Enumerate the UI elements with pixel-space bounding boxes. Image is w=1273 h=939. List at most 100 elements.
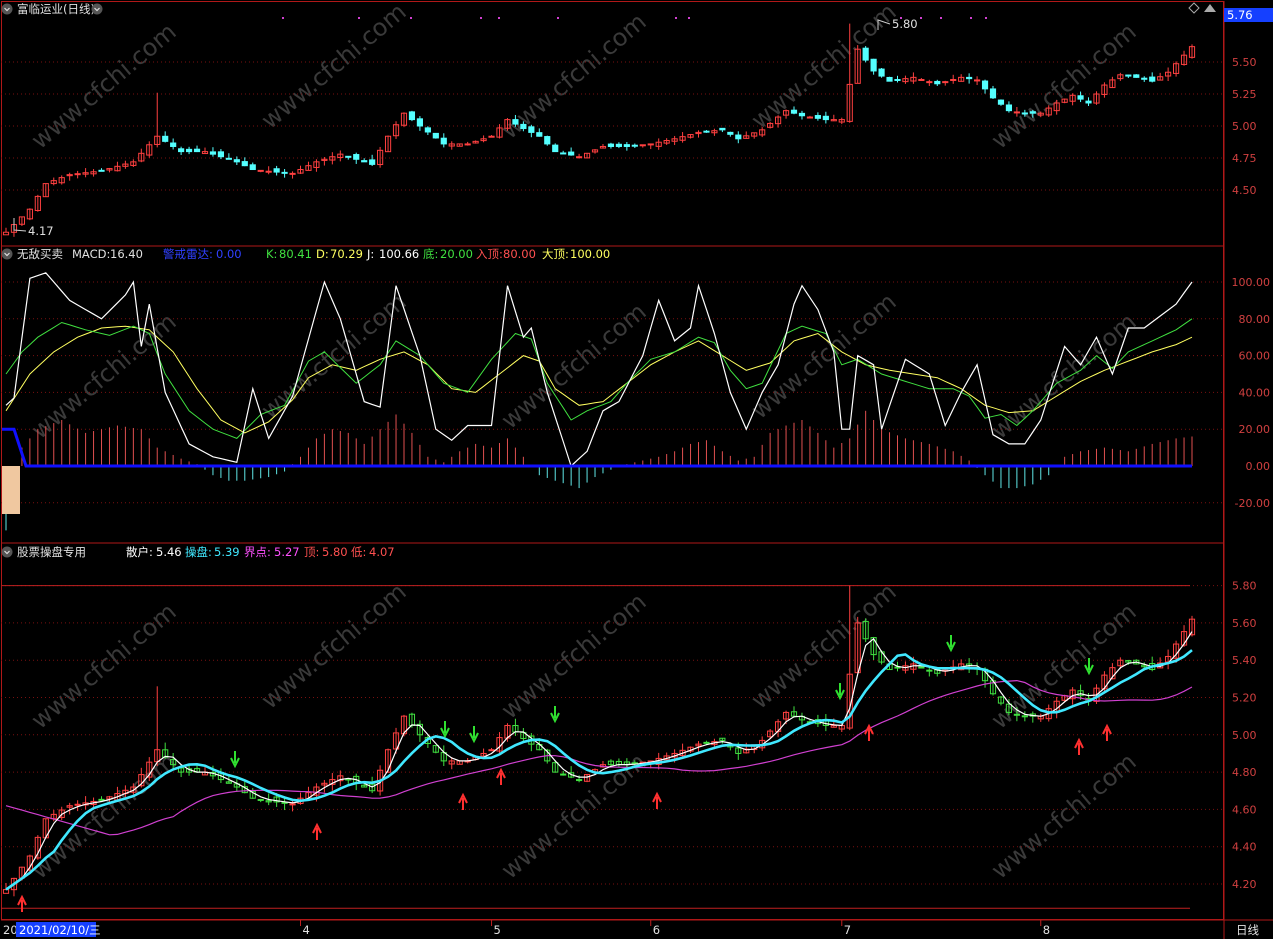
macd-label: MACD: — [72, 247, 110, 261]
operation-header: 股票操盘专用 散户: 5.46 操盘: 5.39 界点: 5.27 顶: 5.8… — [1, 545, 395, 559]
low-value: 4.07 — [369, 545, 395, 559]
indicator-name: 股票操盘专用 — [17, 545, 86, 559]
kdj-axis: 100.00 80.00 60.00 40.00 20.00 0.00 -20.00 — [1232, 276, 1271, 510]
op-candle-body — [74, 803, 81, 806]
chevron-down-icon[interactable] — [1, 248, 13, 260]
watermark-text: www.cfchi.com — [986, 747, 1142, 884]
candle-body — [209, 151, 217, 155]
down-arrow-icon — [946, 635, 956, 653]
marker-dot — [688, 17, 690, 19]
watermark-text: www.cfchi.com — [26, 597, 182, 734]
down-arrow-icon — [230, 751, 240, 769]
marker-dot — [282, 17, 284, 19]
watermark-text: www.cfchi.com — [986, 307, 1142, 444]
op-candle-body — [488, 749, 495, 752]
up-arrow-icon — [1074, 737, 1084, 755]
watermark-text: www.cfchi.com — [496, 297, 652, 434]
op-candle-body — [98, 798, 105, 801]
operator-label: 操盘: — [185, 545, 212, 559]
kdj-tick-label: 80.00 — [1239, 313, 1271, 326]
high-price-label: 5.80 — [892, 17, 918, 31]
op-tick-label: 5.00 — [1232, 729, 1257, 742]
candle-body — [1085, 100, 1092, 104]
period-tab[interactable]: 日线 — [1236, 923, 1259, 937]
warn-value: 0.00 — [216, 247, 242, 261]
date-tick-label: 4 — [303, 923, 310, 937]
candle-body — [162, 135, 169, 142]
kdj-lines — [2, 272, 1193, 468]
up-arrow-icon — [17, 894, 27, 912]
candle-body — [2, 231, 10, 236]
op-candle-body — [1013, 713, 1020, 716]
op-tick-label: 5.80 — [1232, 580, 1257, 593]
up-arrow-icon — [652, 791, 662, 809]
candle-body — [217, 151, 224, 158]
marker-dot — [920, 17, 922, 19]
candle-body — [289, 172, 296, 175]
gear-icon[interactable] — [91, 3, 103, 15]
k-label: K: — [266, 247, 277, 261]
down-arrow-icon — [835, 683, 845, 701]
kdj-tick-label: 100.00 — [1232, 276, 1271, 289]
candle-body — [934, 80, 941, 85]
op-candle-body — [1021, 715, 1028, 718]
watermark-layer: www.cfchi.com www.cfchi.com www.cfchi.com w… — [26, 0, 1142, 885]
marker-dot — [970, 17, 972, 19]
candle-body — [1141, 77, 1148, 80]
candle-body — [735, 134, 742, 140]
candle-body — [432, 132, 439, 139]
retail-label: 散户: — [126, 545, 153, 559]
op-candle-body — [918, 666, 925, 669]
marker-dot — [940, 17, 942, 19]
j-value: 100.66 — [379, 247, 419, 261]
bottom-value: 20.00 — [440, 247, 473, 261]
bottom-bar: 2021/02/10/三 日线 — [16, 922, 1259, 937]
date-tick-label: 5 — [494, 923, 501, 937]
watermark-text: www.cfchi.com — [256, 0, 412, 135]
candle-body — [233, 159, 240, 163]
candle-body — [520, 123, 527, 130]
candle-body — [639, 144, 646, 147]
candle-body — [170, 142, 177, 147]
chevron-down-icon[interactable] — [1, 546, 13, 558]
candle-body — [281, 171, 288, 174]
marker-dot — [985, 17, 987, 19]
up-arrow-icon — [458, 792, 468, 810]
marker-dot — [498, 17, 500, 19]
candle-body — [814, 115, 821, 119]
price-tick-label: 5.00 — [1232, 120, 1257, 133]
down-arrow-icon — [550, 706, 560, 724]
candle-body — [623, 144, 630, 147]
candle-body — [1029, 111, 1036, 114]
current-price: 5.76 — [1227, 8, 1253, 22]
watermark-text: www.cfchi.com — [26, 17, 182, 154]
low-price-label: 4.17 — [28, 224, 54, 238]
marker-dot — [410, 17, 412, 19]
candle-body — [1077, 95, 1084, 100]
chevron-down-icon[interactable] — [1, 3, 13, 15]
candle-body — [528, 126, 535, 133]
top-value: 100.00 — [570, 247, 610, 261]
candle-body — [615, 143, 622, 147]
candle-body — [894, 79, 901, 82]
watermark-text: www.cfchi.com — [986, 17, 1142, 154]
candle-body — [185, 148, 193, 153]
candle-body — [424, 127, 431, 133]
candle-body — [997, 99, 1005, 105]
watermark-text: www.cfchi.com — [256, 577, 412, 714]
candle-body — [878, 68, 885, 77]
candle-body — [1133, 74, 1140, 78]
kdj-tick-label: 40.00 — [1239, 386, 1271, 399]
candle-body — [926, 81, 933, 84]
candle-body — [886, 76, 893, 82]
op-tick-label: 4.60 — [1232, 803, 1257, 816]
arrow-up-icon[interactable] — [1204, 4, 1216, 12]
top-label: 大顶: — [542, 247, 569, 261]
date-tick-label: 8 — [1043, 923, 1050, 937]
candle-body — [440, 137, 447, 145]
candle-body — [790, 109, 798, 114]
date-tick-label: 20 — [3, 923, 18, 937]
stock-title: 富临运业(日线) — [17, 2, 95, 16]
j-label: J: — [366, 247, 374, 261]
diamond-icon[interactable] — [1188, 2, 1200, 14]
